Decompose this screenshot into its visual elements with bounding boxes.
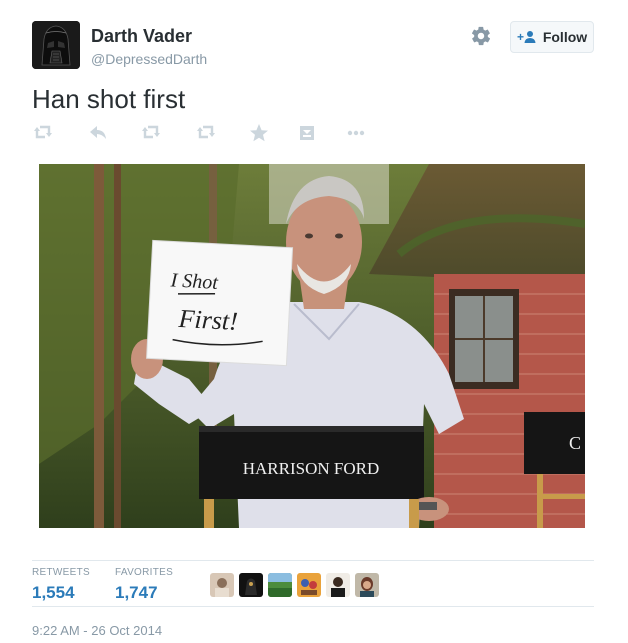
avatar[interactable] <box>297 573 321 597</box>
favorites-stat[interactable]: FAVORITES 1,747 <box>115 567 173 603</box>
favorites-label: FAVORITES <box>115 567 174 578</box>
retweet-icon[interactable] <box>32 122 54 144</box>
divider <box>32 606 594 607</box>
gear-icon[interactable] <box>470 25 492 47</box>
add-user-icon: + <box>517 30 536 44</box>
retweets-count: 1,554 <box>32 583 75 602</box>
tweet-text: Han shot first <box>32 84 186 114</box>
chair2-text: C <box>569 433 581 453</box>
reply-icon[interactable] <box>87 122 109 144</box>
avatar[interactable] <box>355 573 379 597</box>
sign-text-line2: First! <box>177 304 239 336</box>
retweets-label: RETWEETS <box>32 567 90 578</box>
tweet-header: Darth Vader @DepressedDarth + Follow <box>32 19 594 71</box>
divider <box>32 560 594 561</box>
retweet-icon[interactable] <box>195 122 217 144</box>
tweet-timestamp[interactable]: 9:22 AM - 26 Oct 2014 <box>32 623 162 638</box>
favorites-count: 1,747 <box>115 583 158 602</box>
avatar[interactable] <box>268 573 292 597</box>
tweet-photo[interactable]: I Shot First! HARRISON FORD C <box>39 164 585 528</box>
display-name[interactable]: Darth Vader <box>91 26 192 47</box>
avatar[interactable] <box>326 573 350 597</box>
user-handle[interactable]: @DepressedDarth <box>91 51 207 67</box>
follow-button[interactable]: + Follow <box>510 21 594 53</box>
sign-text-line1: I Shot <box>169 269 219 294</box>
svg-text:+: + <box>517 30 524 44</box>
more-icon[interactable] <box>345 122 367 144</box>
tweet-actions <box>32 122 392 144</box>
retweets-stat[interactable]: RETWEETS 1,554 <box>32 567 90 603</box>
star-icon[interactable] <box>248 122 270 144</box>
avatar[interactable] <box>32 21 80 69</box>
follow-label: Follow <box>542 29 588 45</box>
avatar[interactable] <box>210 573 234 597</box>
embed-icon[interactable] <box>296 122 318 144</box>
avatar[interactable] <box>239 573 263 597</box>
chair-text: HARRISON FORD <box>243 459 380 478</box>
retweet-icon[interactable] <box>140 122 162 144</box>
